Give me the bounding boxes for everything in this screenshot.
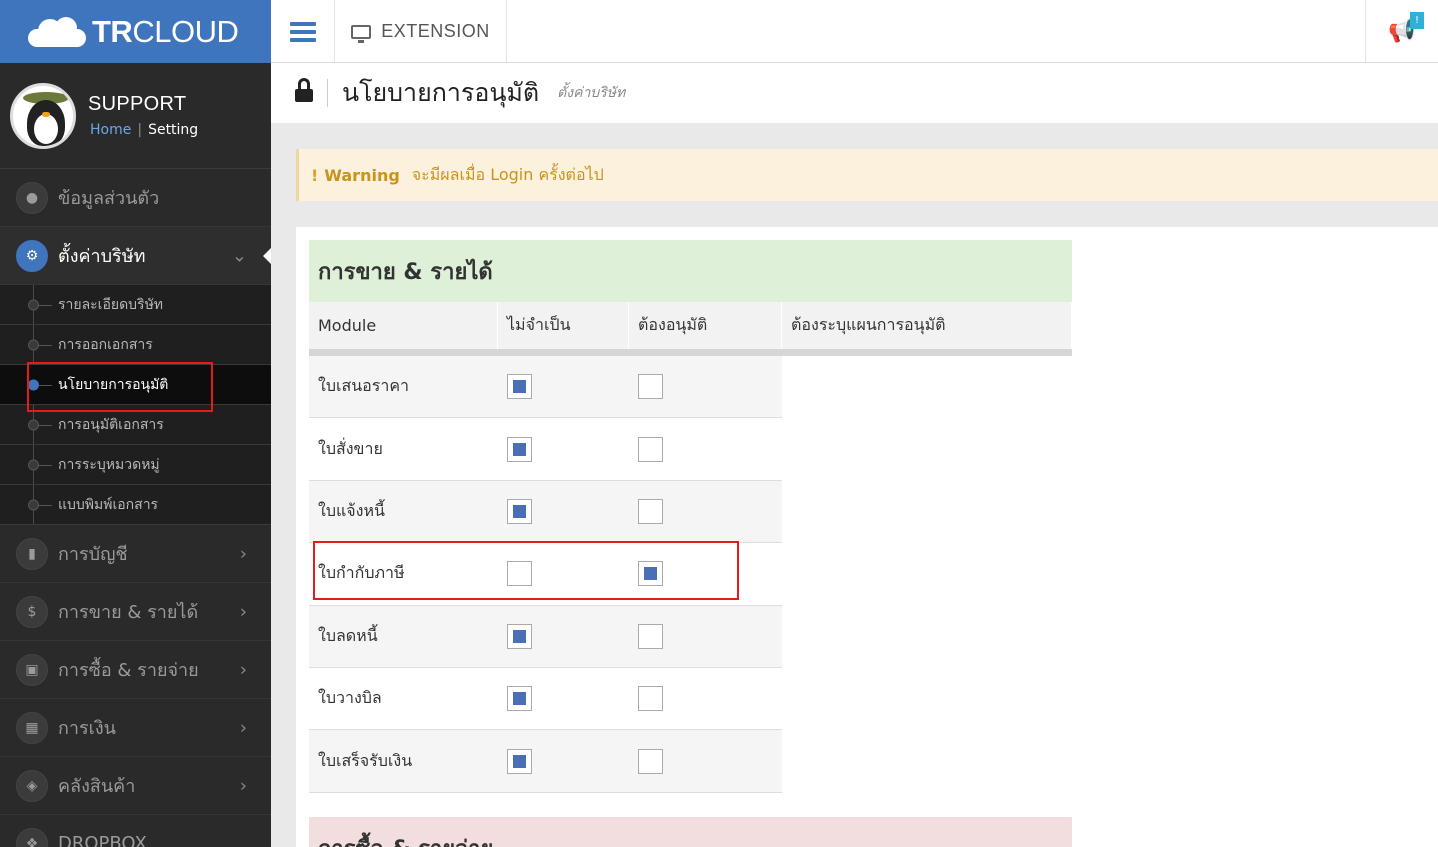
table-row: ใบเสร็จรับเงิน xyxy=(309,730,782,793)
require-approval-checkbox[interactable] xyxy=(638,623,663,649)
sidebar-item-sales-income[interactable]: $ การขาย & รายได้ › xyxy=(0,583,271,641)
require-approval-checkbox[interactable] xyxy=(638,436,663,462)
sidebar-item-inventory[interactable]: ◈ คลังสินค้า › xyxy=(0,757,271,815)
company-settings-submenu: รายละเอียดบริษัท การออกเอกสาร นโยบายการอ… xyxy=(0,285,271,525)
chevron-right-icon: › xyxy=(239,775,247,796)
warning-icon: ! xyxy=(311,165,319,185)
top-bar: EXTENSION 📢 ! xyxy=(271,0,1438,63)
book-icon: ▮ xyxy=(16,537,48,570)
logo-text: TRCLOUD xyxy=(92,13,239,49)
chevron-down-icon: ⌄ xyxy=(231,245,247,266)
table-row: ใบวางบิล xyxy=(309,667,782,731)
chevron-right-icon: › xyxy=(239,543,247,564)
require-approval-checkbox[interactable] xyxy=(638,748,663,774)
cloud-icon xyxy=(28,16,86,47)
not-required-checkbox[interactable] xyxy=(507,686,532,712)
user-icon: ● xyxy=(16,181,48,214)
sidebar: SUPPORT Home | Setting ● ข้อมูลส่วนตัว ⚙ ต… xyxy=(0,63,271,847)
table-row: ใบกำกับภาษี xyxy=(309,543,782,606)
sales-section-title: การขาย & รายได้ xyxy=(318,259,493,285)
avatar[interactable] xyxy=(10,82,76,149)
table-row: ใบลดหนี้ xyxy=(309,605,782,668)
sidebar-item-accounting[interactable]: ▮ การบัญชี › xyxy=(0,525,271,583)
not-required-checkbox[interactable] xyxy=(507,436,532,462)
page-title: นโยบายการอนุมัติ xyxy=(342,78,540,107)
warning-title: Warning xyxy=(324,165,400,185)
require-approval-checkbox[interactable] xyxy=(638,561,663,587)
module-name: ใบเสนอราคา xyxy=(318,376,410,396)
approval-table: Module ไม่จำเป็น ต้องอนุมัติ ต้องระบุแผน… xyxy=(309,302,1072,793)
dropbox-icon: ❖ xyxy=(16,827,48,847)
col-not-required: ไม่จำเป็น xyxy=(498,302,629,349)
sidebar-item-dropbox[interactable]: ❖ DROPBOX xyxy=(0,815,271,847)
warning-text: จะมีผลเมื่อ Login ครั้งต่อไป xyxy=(411,164,604,184)
notification-button[interactable]: 📢 ! xyxy=(1365,0,1438,63)
sales-section-header: การขาย & รายได้ xyxy=(309,240,1072,302)
module-name: ใบลดหนี้ xyxy=(318,625,378,645)
module-name: ใบวางบิล xyxy=(318,688,382,708)
extension-button[interactable]: EXTENSION xyxy=(335,0,507,63)
profile-block: SUPPORT Home | Setting xyxy=(0,63,271,169)
not-required-checkbox[interactable] xyxy=(507,561,532,587)
submenu-item-document-issuing[interactable]: การออกเอกสาร xyxy=(0,325,271,365)
warning-alert: ! Warning จะมีผลเมื่อ Login ครั้งต่อไป xyxy=(296,149,1438,201)
cart-icon: ▣ xyxy=(16,653,48,686)
lock-icon xyxy=(295,78,313,104)
col-require-approval: ต้องอนุมัติ xyxy=(629,302,782,349)
sidebar-item-finance[interactable]: ▦ การเงิน › xyxy=(0,699,271,757)
gear-icon: ⚙ xyxy=(16,239,48,272)
monitor-icon xyxy=(351,24,372,43)
page-header: นโยบายการอนุมัติ ตั้งค่าบริษัท xyxy=(271,63,1438,123)
submenu-item-approval-policy[interactable]: นโยบายการอนุมัติ xyxy=(0,365,271,405)
not-required-checkbox[interactable] xyxy=(507,374,532,400)
not-required-checkbox[interactable] xyxy=(507,748,532,774)
purchase-section-title: การซื้อ & รายจ่าย xyxy=(318,831,493,847)
module-name: ใบแจ้งหนี้ xyxy=(318,500,385,520)
sidebar-item-personal[interactable]: ● ข้อมูลส่วนตัว xyxy=(0,169,271,227)
home-link[interactable]: Home xyxy=(90,122,131,138)
profile-name: SUPPORT xyxy=(88,93,187,115)
require-approval-checkbox[interactable] xyxy=(638,498,663,524)
not-required-checkbox[interactable] xyxy=(507,498,532,524)
col-module: Module xyxy=(309,302,498,349)
module-name: ใบเสร็จรับเงิน xyxy=(318,750,413,770)
submenu-item-categories[interactable]: การระบุหมวดหมู่ xyxy=(0,445,271,485)
page-subtitle: ตั้งค่าบริษัท xyxy=(557,85,626,101)
content-panel: การขาย & รายได้ Module ไม่จำเป็น ต้องอนุ… xyxy=(296,227,1438,847)
purchase-section-header: การซื้อ & รายจ่าย xyxy=(309,817,1072,847)
module-name: ใบกำกับภาษี xyxy=(318,563,405,583)
sidebar-item-purchase-expense[interactable]: ▣ การซื้อ & รายจ่าย › xyxy=(0,641,271,699)
notification-badge: ! xyxy=(1410,12,1424,29)
chevron-right-icon: › xyxy=(239,659,247,680)
cube-icon: ◈ xyxy=(16,769,48,802)
require-approval-checkbox[interactable] xyxy=(638,374,663,400)
chevron-right-icon: › xyxy=(239,601,247,622)
submenu-item-print-templates[interactable]: แบบพิมพ์เอกสาร xyxy=(0,485,271,525)
hamburger-icon xyxy=(289,18,316,46)
extension-label: EXTENSION xyxy=(381,21,490,41)
setting-link[interactable]: Setting xyxy=(148,122,198,138)
table-body: ใบเสนอราคาใบสั่งขายใบแจ้งหนี้ใบกำกับภาษี… xyxy=(309,356,782,793)
col-approval-plan: ต้องระบุแผนการอนุมัติ xyxy=(782,302,1072,349)
calendar-icon: ▦ xyxy=(16,711,48,744)
submenu-item-company-details[interactable]: รายละเอียดบริษัท xyxy=(0,285,271,325)
table-row: ใบสั่งขาย xyxy=(309,418,782,481)
chevron-right-icon: › xyxy=(239,717,247,738)
menu-toggle-button[interactable] xyxy=(271,0,335,63)
module-name: ใบสั่งขาย xyxy=(318,438,383,458)
logo[interactable]: TRCLOUD xyxy=(0,0,271,63)
not-required-checkbox[interactable] xyxy=(507,623,532,649)
require-approval-checkbox[interactable] xyxy=(638,686,663,712)
submenu-item-document-approval[interactable]: การอนุมัติเอกสาร xyxy=(0,405,271,445)
dollar-icon: $ xyxy=(16,595,48,628)
table-header: Module ไม่จำเป็น ต้องอนุมัติ ต้องระบุแผน… xyxy=(309,302,1072,356)
table-row: ใบแจ้งหนี้ xyxy=(309,480,782,544)
table-row: ใบเสนอราคา xyxy=(309,356,782,419)
sidebar-item-company-settings[interactable]: ⚙ ตั้งค่าบริษัท ⌄ xyxy=(0,227,271,285)
